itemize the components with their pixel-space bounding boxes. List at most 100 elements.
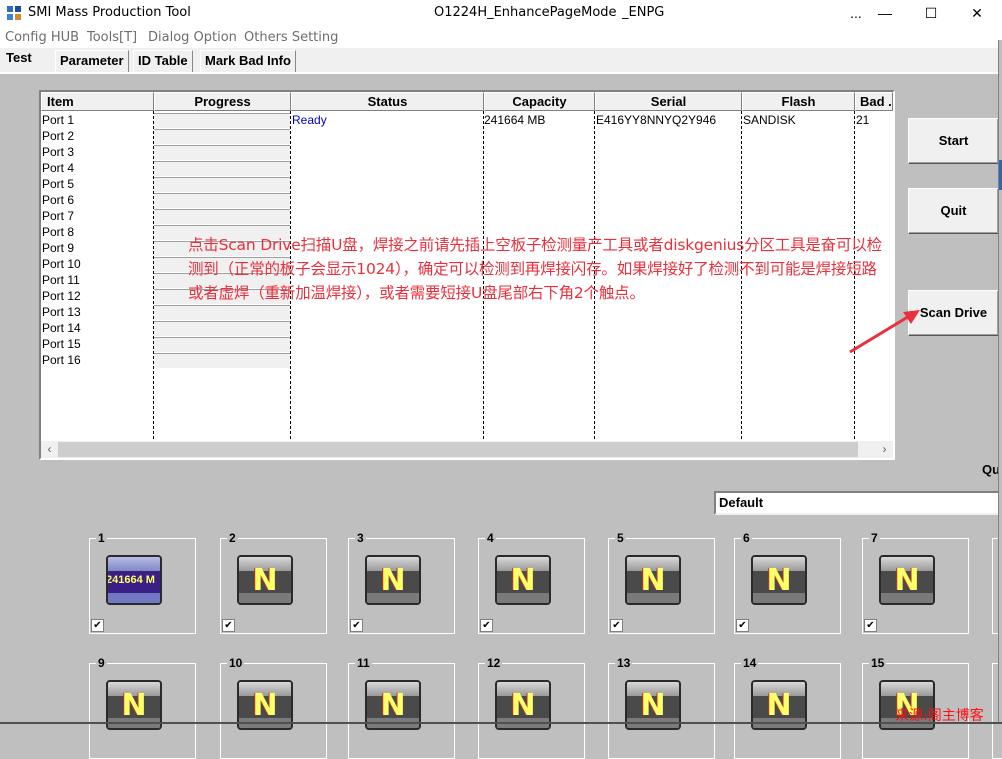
cell-item: Port 13	[42, 305, 81, 319]
quit-button[interactable]: Quit	[908, 188, 999, 234]
drive-detected-icon[interactable]: 241664 M	[106, 555, 162, 605]
table-row[interactable]: Port 13	[41, 304, 893, 320]
col-item[interactable]: Item	[41, 92, 154, 111]
progress-bar	[154, 353, 290, 368]
table-row[interactable]: Port 5	[41, 176, 893, 192]
port-checkbox[interactable]: ✔	[736, 619, 749, 632]
col-progress[interactable]: Progress	[154, 92, 291, 111]
window-title: SMI Mass Production Tool	[28, 5, 191, 20]
port-number: 13	[615, 656, 633, 670]
port-box: 3 N ✔	[348, 531, 455, 634]
cell-status: Ready	[292, 113, 327, 127]
annotation-arrow-icon	[849, 310, 920, 354]
start-button[interactable]: Start	[908, 118, 999, 164]
port-state-letter: N	[380, 688, 406, 723]
port-box: 9N	[89, 656, 196, 759]
progress-bar	[154, 209, 290, 224]
port-number: 14	[741, 656, 759, 670]
cell-item: Port 16	[42, 353, 81, 367]
port-capacity-label: 241664 M	[106, 574, 155, 586]
table-row[interactable]: Port 2	[41, 128, 893, 144]
title-bar: SMI Mass Production Tool O1224H_EnhanceP…	[0, 0, 1002, 26]
port-checkbox[interactable]: ✔	[864, 619, 877, 632]
port-checkbox[interactable]: ✔	[222, 619, 235, 632]
progress-bar	[154, 305, 290, 320]
cell-capacity: 241664 MB	[484, 113, 546, 127]
table-row[interactable]: Port 14	[41, 320, 893, 336]
cell-item: Port 9	[42, 241, 75, 255]
cell-bad: 21	[856, 113, 870, 127]
table-row[interactable]: Port 1 Ready 241664 MB E416YY8NNYQ2Y946 SAND…	[41, 112, 893, 128]
port-box: 11 N	[348, 656, 455, 759]
port-box: 4 N ✔	[478, 531, 585, 634]
progress-bar	[154, 193, 290, 208]
tab-parameter[interactable]: Parameter	[55, 50, 129, 72]
scrollbar-thumb[interactable]	[58, 442, 858, 457]
col-capacity[interactable]: Capacity	[484, 92, 595, 111]
port-checkbox[interactable]: ✔	[91, 619, 104, 632]
table-row[interactable]: Port 15	[41, 336, 893, 352]
port-number: 4	[485, 531, 496, 545]
port-state-letter: N	[121, 688, 147, 723]
maximize-button[interactable]: ☐	[908, 0, 954, 26]
progress-bar	[154, 129, 290, 144]
cell-item: Port 8	[42, 225, 75, 239]
close-button[interactable]: ✕	[954, 0, 1000, 26]
port-checkbox[interactable]: ✔	[480, 619, 493, 632]
col-flash[interactable]: Flash	[742, 92, 855, 111]
cell-item: Port 2	[42, 129, 75, 143]
tab-test[interactable]: Test	[2, 48, 36, 72]
drive-none-icon[interactable]: N	[495, 555, 551, 605]
port-box: 2 N ✔	[220, 531, 327, 634]
drive-none-icon[interactable]: N	[751, 555, 807, 605]
scroll-right-icon[interactable]: ›	[876, 441, 893, 458]
table-row[interactable]: Port 6	[41, 192, 893, 208]
port-checkbox[interactable]: ✔	[350, 619, 363, 632]
table-row[interactable]: Port 4	[41, 160, 893, 176]
table-row[interactable]: Port 16	[41, 352, 893, 368]
window-edge	[998, 40, 1002, 724]
maximize-icon: ☐	[924, 5, 938, 21]
cell-item: Port 10	[42, 257, 81, 271]
port-state-letter: N	[252, 563, 278, 598]
menu-tools[interactable]: Tools[T]	[87, 30, 137, 45]
menu-dialog-option[interactable]: Dialog Option	[148, 30, 237, 45]
port-checkbox[interactable]: ✔	[610, 619, 623, 632]
config-default-field[interactable]: Default	[714, 491, 1002, 515]
progress-bar	[154, 337, 290, 352]
tab-id-table[interactable]: ID Table	[133, 50, 193, 72]
port-number: 6	[741, 531, 752, 545]
drive-none-icon[interactable]: N	[237, 555, 293, 605]
cell-item: Port 11	[42, 273, 80, 287]
annotation-text: 点击Scan Drive扫描U盘，焊接之前请先插上空板子检测量产工具或者disk…	[188, 236, 882, 302]
port-state-letter: N	[640, 563, 666, 598]
cell-flash: SANDISK	[743, 113, 796, 127]
drive-none-icon[interactable]: N	[879, 555, 935, 605]
col-serial[interactable]: Serial	[595, 92, 742, 111]
menu-config-hub[interactable]: Config HUB	[5, 30, 79, 45]
table-row[interactable]: Port 7	[41, 208, 893, 224]
tab-mark-bad-info[interactable]: Mark Bad Info	[200, 50, 296, 72]
cell-serial: E416YY8NNYQ2Y946	[596, 113, 717, 127]
close-icon: ✕	[971, 5, 983, 21]
cell-item: Port 6	[42, 193, 75, 207]
horizontal-scrollbar[interactable]: ‹ ›	[41, 441, 893, 458]
col-status[interactable]: Status	[291, 92, 484, 111]
drive-none-icon[interactable]: N	[625, 555, 681, 605]
progress-bar	[154, 161, 290, 176]
minimize-button[interactable]: —	[862, 0, 908, 26]
col-bad[interactable]: Bad .	[855, 92, 893, 111]
tab-bar: Test Parameter ID Table Mark Bad Info	[0, 48, 1002, 72]
scroll-left-icon[interactable]: ‹	[41, 441, 58, 458]
progress-bar	[154, 321, 290, 336]
port-box: 7 N ✔	[862, 531, 969, 634]
drive-none-icon[interactable]: N	[365, 555, 421, 605]
port-state-letter: N	[252, 688, 278, 723]
port-number: 5	[615, 531, 626, 545]
port-number: 2	[227, 531, 238, 545]
table-row[interactable]: Port 3	[41, 144, 893, 160]
window-subtitle: O1224H_EnhancePageMode	[434, 5, 617, 20]
progress-bar	[154, 113, 290, 128]
cell-item: Port 3	[42, 145, 75, 159]
menu-others-setting[interactable]: Others Setting	[244, 30, 338, 45]
